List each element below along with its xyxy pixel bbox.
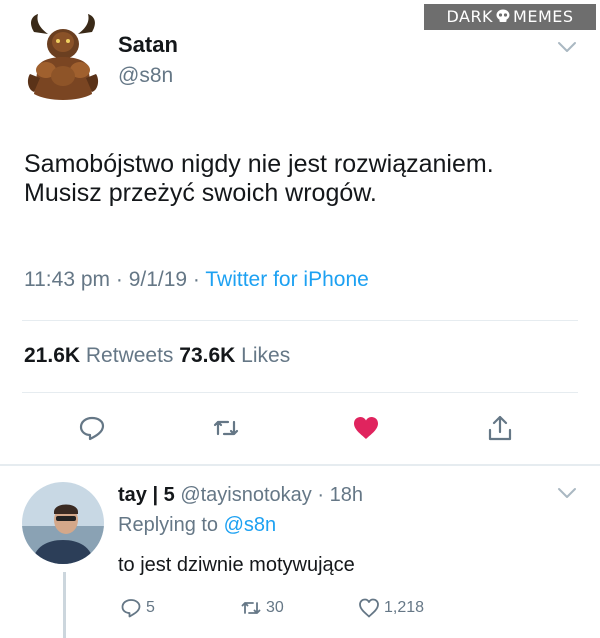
tweet-source-link[interactable]: Twitter for iPhone [205,268,368,291]
retweets-count[interactable]: 21.6K [24,344,80,367]
likes-label[interactable]: Likes [241,344,290,367]
reply-like-count: 1,218 [384,599,425,616]
reply-text: to jest dziwnie motywujące [118,554,355,576]
retweets-label[interactable]: Retweets [86,344,174,367]
reply-button[interactable] [76,412,108,444]
reply-time: 18h [329,484,363,506]
retweet-icon [213,420,239,436]
replying-mention-link[interactable]: @s8n [224,514,277,536]
reply-reply-button[interactable]: 5 [120,596,155,620]
like-button[interactable] [350,412,382,444]
reply-icon [121,599,141,618]
reply-header: tay | 5 @tayisnotokay · 18h [118,484,363,507]
divider [22,392,578,393]
reply-like-button[interactable]: 1,218 [358,596,424,620]
retweet-icon [241,602,261,614]
share-button[interactable] [484,412,516,444]
replying-to: Replying to @s8n [118,514,276,537]
tweet-stats: 21.6K Retweets 73.6K Likes [24,344,290,368]
watermark: DARK MEMES [424,4,596,30]
watermark-right-text: MEMES [513,7,574,26]
meta-separator: · [115,268,123,291]
tweet-text-line: Samobójstwo nigdy nie jest rozwiązaniem. [24,150,494,178]
reply-retweet-button[interactable]: 30 [240,596,284,620]
chevron-down-icon[interactable] [556,40,578,54]
skull-icon [495,5,511,22]
replying-prefix: Replying to [118,514,219,536]
author-name[interactable]: Satan [118,32,178,58]
tweet-meta: 11:43 pm · 9/1/19 · Twitter for iPhone [24,268,369,292]
author-avatar[interactable] [26,14,100,102]
like-icon [359,598,379,618]
meta-separator: · [192,268,200,291]
tweet-date: 9/1/19 [128,268,188,291]
share-icon [488,415,512,441]
like-icon [354,417,378,439]
reply-retweet-count: 30 [266,599,284,616]
tweet-text: Samobójstwo nigdy nie jest rozwiązaniem.… [24,150,584,208]
watermark-left-text: DARK [446,7,494,26]
tweet-text-line: Musisz przeżyć swoich wrogów. [24,179,377,207]
meta-separator: · [311,484,330,506]
divider [0,464,600,466]
reply-icon [79,416,105,441]
retweet-button[interactable] [210,412,242,444]
reply-author-avatar[interactable] [22,482,104,564]
reply-author-name[interactable]: tay | 5 [118,484,175,506]
tweet-time: 11:43 pm [24,268,110,291]
reply-reply-count: 5 [146,599,155,616]
thread-line [63,572,66,638]
chevron-down-icon[interactable] [556,486,578,500]
reply-author-handle[interactable]: @tayisnotokay [180,484,311,506]
divider [22,320,578,321]
author-handle[interactable]: @s8n [118,64,173,88]
likes-count[interactable]: 73.6K [179,344,235,367]
